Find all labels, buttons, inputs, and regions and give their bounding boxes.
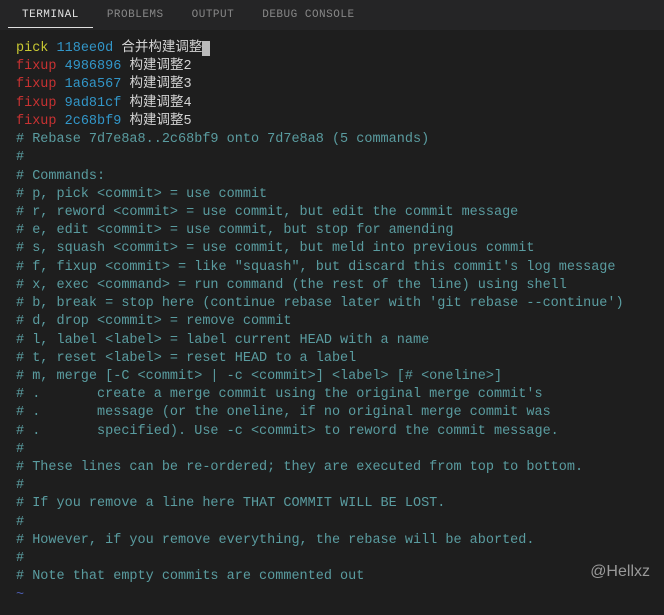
commit-msg: 构建调整5 bbox=[129, 114, 191, 129]
commit-msg: 构建调整2 bbox=[129, 59, 191, 74]
comment-line: # Note that empty commits are commented … bbox=[16, 568, 648, 586]
rebase-line: fixup 9ad81cf 构建调整4 bbox=[16, 95, 648, 113]
comment-line: # l, label <label> = label current HEAD … bbox=[16, 332, 648, 350]
comment-line: # These lines can be re-ordered; they ar… bbox=[16, 459, 648, 477]
comment-line: # p, pick <commit> = use commit bbox=[16, 186, 648, 204]
commit-hash: 4986896 bbox=[65, 59, 122, 74]
comment-line: # t, reset <label> = reset HEAD to a lab… bbox=[16, 350, 648, 368]
comment-line: # bbox=[16, 514, 648, 532]
commit-hash: 118ee0d bbox=[57, 41, 114, 56]
comment-line: # bbox=[16, 441, 648, 459]
rebase-line: pick 118ee0d 合并构建调整 bbox=[16, 40, 648, 58]
comment-line: # Rebase 7d7e8a8..2c68bf9 onto 7d7e8a8 (… bbox=[16, 131, 648, 149]
tab-output[interactable]: OUTPUT bbox=[178, 3, 249, 27]
tab-terminal[interactable]: TERMINAL bbox=[8, 3, 93, 28]
comment-line: # e, edit <commit> = use commit, but sto… bbox=[16, 222, 648, 240]
commit-hash: 1a6a567 bbox=[65, 77, 122, 92]
watermark: @Hellxz bbox=[590, 563, 650, 581]
comment-line: # b, break = stop here (continue rebase … bbox=[16, 295, 648, 313]
commit-msg: 合并构建调整 bbox=[121, 41, 202, 56]
commit-msg: 构建调整4 bbox=[129, 96, 191, 111]
comment-line: # bbox=[16, 149, 648, 167]
cursor bbox=[202, 41, 210, 56]
action-fixup: fixup bbox=[16, 59, 57, 74]
action-fixup: fixup bbox=[16, 96, 57, 111]
comment-line: # d, drop <commit> = remove commit bbox=[16, 313, 648, 331]
comment-line: # If you remove a line here THAT COMMIT … bbox=[16, 495, 648, 513]
comment-line: # bbox=[16, 477, 648, 495]
vim-tilde: ~ bbox=[16, 587, 648, 605]
rebase-line: fixup 4986896 构建调整2 bbox=[16, 58, 648, 76]
comment-line: # m, merge [-C <commit> | -c <commit>] <… bbox=[16, 368, 648, 386]
rebase-line: fixup 2c68bf9 构建调整5 bbox=[16, 113, 648, 131]
commit-hash: 9ad81cf bbox=[65, 96, 122, 111]
comment-line: # x, exec <command> = run command (the r… bbox=[16, 277, 648, 295]
panel-tab-bar: TERMINAL PROBLEMS OUTPUT DEBUG CONSOLE bbox=[0, 0, 664, 30]
commit-msg: 构建调整3 bbox=[129, 77, 191, 92]
action-fixup: fixup bbox=[16, 114, 57, 129]
rebase-line: fixup 1a6a567 构建调整3 bbox=[16, 76, 648, 94]
commit-hash: 2c68bf9 bbox=[65, 114, 122, 129]
comment-line: # . specified). Use -c <commit> to rewor… bbox=[16, 423, 648, 441]
comment-line: # . create a merge commit using the orig… bbox=[16, 386, 648, 404]
comment-line: # r, reword <commit> = use commit, but e… bbox=[16, 204, 648, 222]
comment-line: # Commands: bbox=[16, 168, 648, 186]
comment-line: # f, fixup <commit> = like "squash", but… bbox=[16, 259, 648, 277]
comment-line: # bbox=[16, 550, 648, 568]
comment-line: # . message (or the oneline, if no origi… bbox=[16, 404, 648, 422]
comment-line: # s, squash <commit> = use commit, but m… bbox=[16, 240, 648, 258]
tab-debug-console[interactable]: DEBUG CONSOLE bbox=[248, 3, 368, 27]
terminal-content[interactable]: pick 118ee0d 合并构建调整 fixup 4986896 构建调整2 … bbox=[0, 30, 664, 615]
action-pick: pick bbox=[16, 41, 48, 56]
action-fixup: fixup bbox=[16, 77, 57, 92]
tab-problems[interactable]: PROBLEMS bbox=[93, 3, 178, 27]
comment-line: # However, if you remove everything, the… bbox=[16, 532, 648, 550]
